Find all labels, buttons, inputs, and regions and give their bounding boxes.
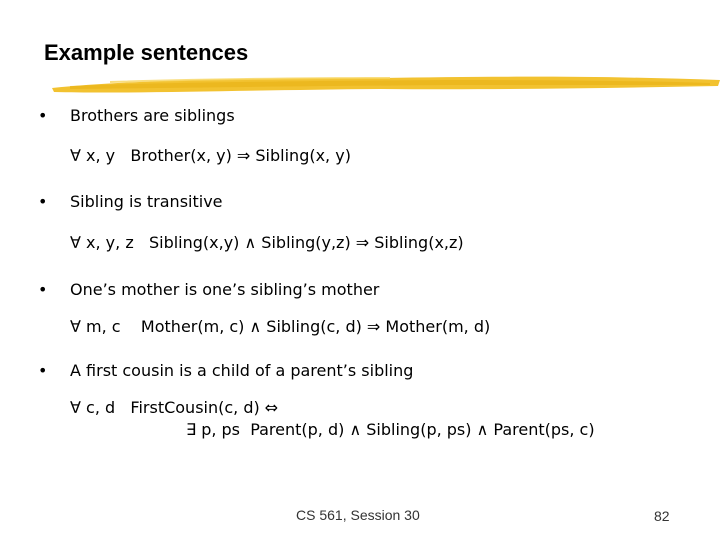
bullet-icon: • <box>38 192 48 211</box>
footer-course: CS 561, Session 30 <box>296 507 420 523</box>
formula-continuation: ∃ p, ps Parent(p, d) ∧ Sibling(p, ps) ∧ … <box>186 420 595 439</box>
bullet-icon: • <box>38 106 48 125</box>
formula: ∀ m, c Mother(m, c) ∧ Sibling(c, d) ⇒ Mo… <box>70 317 491 336</box>
bullet-text: Sibling is transitive <box>70 192 223 211</box>
formula: ∀ x, y Brother(x, y) ⇒ Sibling(x, y) <box>70 146 351 165</box>
formula: ∀ x, y, z Sibling(x,y) ∧ Sibling(y,z) ⇒ … <box>70 233 464 252</box>
bullet-item: • Brothers are siblings <box>38 106 235 125</box>
bullet-item: • Sibling is transitive <box>38 192 223 211</box>
bullet-text: Brothers are siblings <box>70 106 235 125</box>
slide-title: Example sentences <box>44 40 249 65</box>
bullet-icon: • <box>38 280 48 299</box>
bullet-item: • One’s mother is one’s sibling’s mother <box>38 280 379 299</box>
bullet-text: One’s mother is one’s sibling’s mother <box>70 280 380 299</box>
formula: ∀ c, d FirstCousin(c, d) ⇔ <box>70 398 279 417</box>
page-number: 82 <box>654 508 670 524</box>
bullet-item: • A first cousin is a child of a parent’s… <box>38 361 413 380</box>
bullet-icon: • <box>38 361 48 380</box>
decorative-brush-stroke <box>52 76 720 93</box>
bullet-text: A first cousin is a child of a parent’s … <box>70 361 414 380</box>
